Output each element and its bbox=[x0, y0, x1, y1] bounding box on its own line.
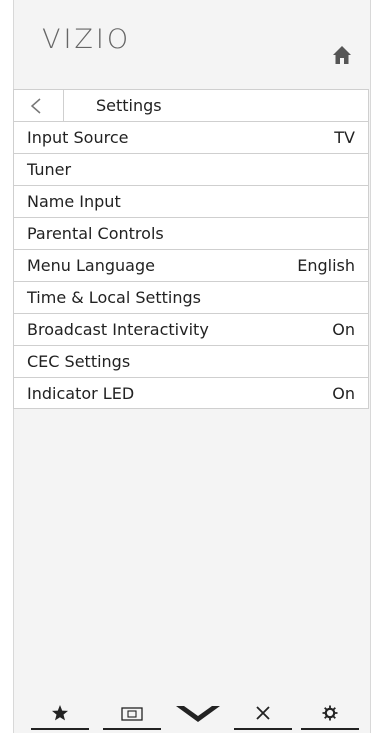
menu-item-parental-controls[interactable]: Parental Controls bbox=[13, 217, 369, 249]
vizio-logo: VIZIO bbox=[42, 24, 132, 55]
vizio-button[interactable] bbox=[170, 700, 226, 730]
menu-item-label: Tuner bbox=[27, 160, 72, 179]
menu-item-label: Parental Controls bbox=[27, 224, 164, 243]
settings-button[interactable] bbox=[301, 700, 359, 730]
close-icon bbox=[256, 706, 270, 720]
back-arrow-icon bbox=[30, 98, 41, 114]
menu-item-label: Menu Language bbox=[27, 256, 155, 275]
menu-item-menu-language[interactable]: Menu Language English bbox=[13, 249, 369, 281]
home-icon[interactable] bbox=[331, 44, 353, 66]
menu-header: Settings bbox=[13, 89, 369, 121]
vizio-v-icon bbox=[176, 706, 220, 722]
menu-item-input-source[interactable]: Input Source TV bbox=[13, 121, 369, 153]
menu-item-broadcast-interactivity[interactable]: Broadcast Interactivity On bbox=[13, 313, 369, 345]
input-icon bbox=[121, 707, 143, 721]
menu-item-label: Time & Local Settings bbox=[27, 288, 201, 307]
menu-item-label: CEC Settings bbox=[27, 352, 131, 371]
menu-item-time-local-settings[interactable]: Time & Local Settings bbox=[13, 281, 369, 313]
menu-item-label: Input Source bbox=[27, 128, 129, 147]
menu-item-value: TV bbox=[334, 128, 355, 147]
menu-item-tuner[interactable]: Tuner bbox=[13, 153, 369, 185]
gear-icon bbox=[322, 705, 338, 721]
menu-item-value: On bbox=[332, 384, 355, 403]
menu-item-indicator-led[interactable]: Indicator LED On bbox=[13, 377, 369, 409]
input-button[interactable] bbox=[103, 700, 161, 730]
menu-item-label: Indicator LED bbox=[27, 384, 135, 403]
menu-item-value: On bbox=[332, 320, 355, 339]
menu-item-name-input[interactable]: Name Input bbox=[13, 185, 369, 217]
back-button[interactable] bbox=[14, 90, 64, 121]
settings-menu: Settings Input Source TV Tuner Name Inpu… bbox=[13, 89, 369, 409]
menu-item-cec-settings[interactable]: CEC Settings bbox=[13, 345, 369, 377]
favorites-button[interactable] bbox=[31, 700, 89, 730]
menu-item-value: English bbox=[297, 256, 355, 275]
menu-title: Settings bbox=[96, 96, 162, 115]
star-icon bbox=[52, 705, 68, 721]
bottom-toolbar bbox=[13, 700, 369, 730]
close-button[interactable] bbox=[234, 700, 292, 730]
menu-item-label: Broadcast Interactivity bbox=[27, 320, 209, 339]
menu-item-label: Name Input bbox=[27, 192, 121, 211]
